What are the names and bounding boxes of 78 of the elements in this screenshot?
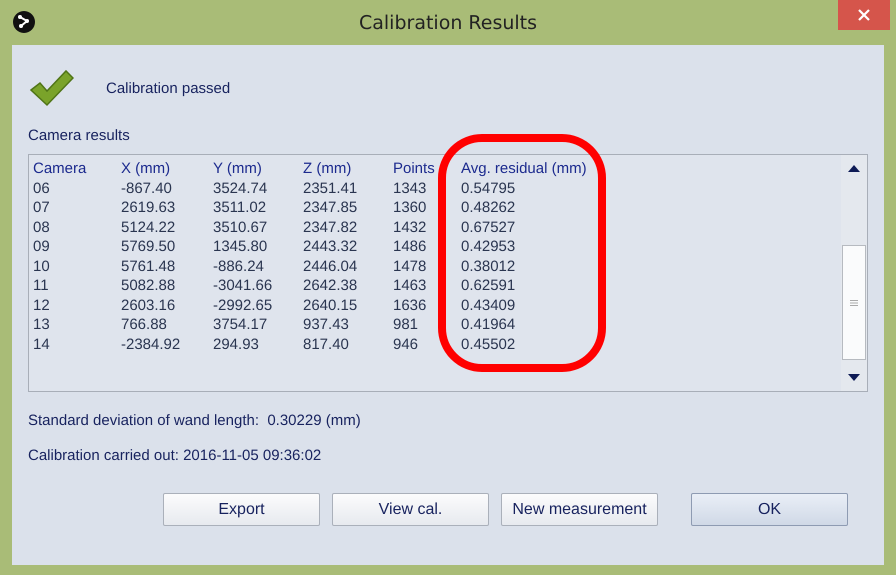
table-cell-text: 11	[33, 277, 50, 294]
calibration-date-text: Calibration carried out: 2016-11-05 09:36:02	[28, 447, 322, 464]
table-cell-text: 294.93	[213, 336, 260, 353]
section-label: Camera results	[28, 127, 131, 144]
table-cell-text: 0.42953	[461, 238, 516, 256]
table-cell-text: 0.41964	[461, 316, 516, 334]
table-cell-text: 09	[33, 238, 51, 256]
window-title: Calibration Results	[358, 12, 538, 34]
table-cell-text: 0.48262	[461, 199, 516, 216]
scrollbar[interactable]	[841, 155, 867, 391]
table-cell-text: 1360	[393, 199, 428, 216]
table-cell-text: 2347.82	[303, 218, 358, 236]
table-cell-text: 08	[33, 218, 51, 236]
table-cell-text: -886.24	[213, 258, 265, 275]
table-cell-text: 0.38012	[461, 258, 516, 275]
column-header: Y (mm)	[213, 160, 263, 178]
scroll-up-icon[interactable]	[847, 163, 861, 173]
grip-icon	[850, 298, 858, 306]
table-cell-text: 0.62591	[461, 277, 516, 294]
table-cell-text: 1486	[393, 238, 428, 256]
checkmark-icon	[28, 68, 74, 108]
table-cell-text: 1345.80	[213, 238, 268, 256]
std-deviation-text: Standard deviation of wand length: 0.30229 (mm)	[28, 412, 362, 429]
column-header: Z (mm)	[303, 160, 352, 178]
table-cell-text: 1463	[393, 277, 428, 294]
scroll-thumb[interactable]	[842, 245, 866, 360]
table-cell-text: 5761.48	[121, 258, 176, 275]
table-cell-text: 2446.04	[303, 258, 358, 275]
dialog-button[interactable]: View cal.	[332, 493, 489, 526]
table-cell-text: 5769.50	[121, 238, 176, 256]
table-cell-text: 817.40	[303, 336, 350, 353]
table-cell-text: 3754.17	[213, 316, 268, 334]
dialog-button[interactable]: Export	[163, 493, 320, 526]
table-cell-text: 3511.02	[213, 199, 268, 216]
table-cell-text: 946	[393, 336, 420, 353]
dialog-button[interactable]: New measurement	[501, 493, 658, 526]
table-cell-text: 06	[33, 180, 51, 197]
table-cell-text: 1343	[393, 180, 428, 197]
table-cell-text: 2347.85	[303, 199, 358, 216]
table-cell-text: -3041.66	[213, 277, 274, 294]
column-header: Camera	[33, 160, 88, 178]
table-cell-text: -2384.92	[121, 336, 182, 353]
table-cell-text: 1478	[393, 258, 428, 275]
table-cell-text: 2642.38	[303, 277, 358, 294]
table-cell-text: 13	[33, 316, 51, 334]
column-header: Points	[393, 160, 436, 178]
table-cell-text: 2603.16	[121, 296, 176, 314]
table-cell-text: 0.67527	[461, 218, 516, 236]
scroll-down-icon[interactable]	[847, 373, 861, 383]
table-cell-text: 3524.74	[213, 180, 268, 197]
table-cell-text: 14	[33, 336, 51, 353]
table-cell-text: 12	[33, 296, 51, 314]
table-cell-text: 5124.22	[121, 218, 176, 236]
table-cell-text: 937.43	[303, 316, 350, 334]
column-header: X (mm)	[121, 160, 172, 178]
table-cell-text: 0.43409	[461, 296, 516, 314]
column-header: Avg. residual (mm)	[461, 160, 588, 178]
table-cell-text: 10	[33, 258, 51, 275]
table-cell-text: 07	[33, 199, 51, 216]
dialog-button[interactable]: OK	[691, 493, 848, 526]
table-cell-text: 0.45502	[461, 336, 516, 353]
table-cell-text: 766.88	[121, 316, 168, 334]
app-icon	[12, 10, 36, 34]
table-cell-text: 3510.67	[213, 218, 268, 236]
table-cell-text: 5082.88	[121, 277, 176, 294]
table-cell-text: 981	[393, 316, 420, 334]
table-cell-text: 0.54795	[461, 180, 516, 197]
table-cell-text: 2640.15	[303, 296, 358, 314]
table-cell-text: 1636	[393, 296, 428, 314]
table-cell-text: -2992.65	[213, 296, 274, 314]
table-cell-text: 1432	[393, 218, 428, 236]
status-message: Calibration passed	[106, 80, 230, 96]
close-icon	[857, 8, 871, 22]
table-cell-text: 2619.63	[121, 199, 176, 216]
table-cell-text: 2443.32	[303, 238, 358, 256]
table-cell-text: 2351.41	[303, 180, 358, 197]
table-cell-text: -867.40	[121, 180, 173, 197]
close-button[interactable]	[838, 0, 890, 30]
